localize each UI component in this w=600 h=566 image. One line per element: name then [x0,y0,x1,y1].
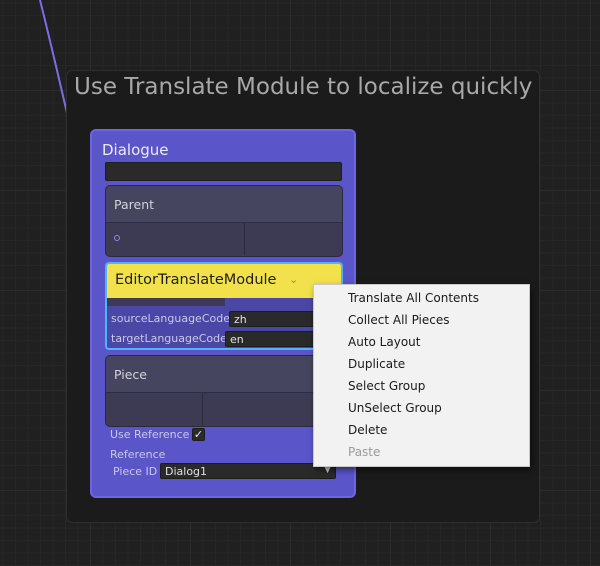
node-title: Dialogue [102,141,169,159]
piece-id-value: Dialog1 [165,465,208,478]
group-title: Use Translate Module to localize quickly [74,74,533,100]
context-menu: Translate All Contents Collect All Piece… [313,284,530,467]
piece-id-label: Piece ID [113,465,158,478]
module-header[interactable]: EditorTranslateModule ⌄ [107,264,341,298]
source-language-label: sourceLanguageCode [111,312,230,325]
parent-port-label: Parent [114,197,155,212]
menu-item-unselect-group[interactable]: UnSelect Group [314,397,529,419]
port-divider [202,393,203,425]
piece-port-block: Piece [105,355,343,427]
target-language-label: targetLanguageCode [111,332,227,345]
piece-port-label: Piece [114,367,147,382]
node-header-field[interactable] [105,162,342,181]
menu-item-translate-all[interactable]: Translate All Contents [314,287,529,309]
chevron-down-icon[interactable]: ⌄ [289,273,298,286]
port-divider [244,223,245,255]
piece-port-row [106,393,342,425]
module-port-strip [107,298,225,306]
parent-port-block: Parent [105,185,343,257]
menu-item-paste: Paste [348,445,381,459]
piece-id-dropdown[interactable]: Dialog1 ▼ [160,463,336,479]
use-reference-label: Use Reference [110,428,190,441]
translate-module[interactable]: EditorTranslateModule ⌄ sourceLanguageCo… [105,262,343,350]
menu-item-auto-layout[interactable]: Auto Layout [314,331,529,353]
parent-port-row [106,223,342,255]
input-port-icon[interactable] [114,235,120,241]
piece-port-header: Piece [106,356,342,393]
use-reference-checkbox[interactable]: ✓ [192,428,205,441]
module-title: EditorTranslateModule [115,272,277,288]
menu-item-delete[interactable]: Delete [314,419,529,441]
menu-item-collect-pieces[interactable]: Collect All Pieces [314,309,529,331]
menu-item-select-group[interactable]: Select Group [314,375,529,397]
reference-label: Reference [110,448,166,461]
menu-item-duplicate[interactable]: Duplicate [314,353,529,375]
parent-port-header: Parent [106,186,342,223]
